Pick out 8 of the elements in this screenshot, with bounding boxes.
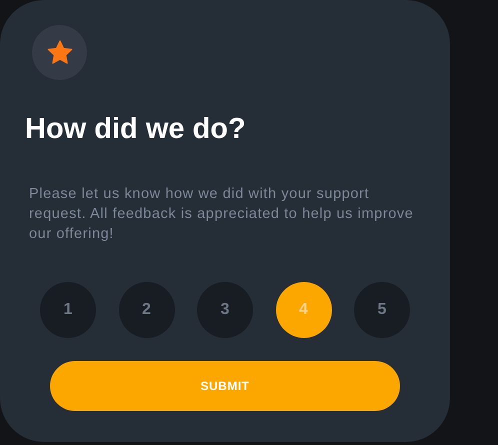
card-title: How did we do?	[25, 112, 247, 147]
star-icon	[46, 40, 72, 65]
description-text: Please let us know how we did with your support request. All feedback is appreciated to help us improve our offering!	[29, 185, 414, 244]
rating-button[interactable]: 1	[40, 282, 96, 338]
rating-button[interactable]: 2	[118, 282, 174, 338]
rating-button[interactable]: 5	[354, 282, 410, 338]
submit-button[interactable]: SUBMIT	[50, 361, 400, 411]
rating-button[interactable]: 3	[197, 282, 253, 338]
